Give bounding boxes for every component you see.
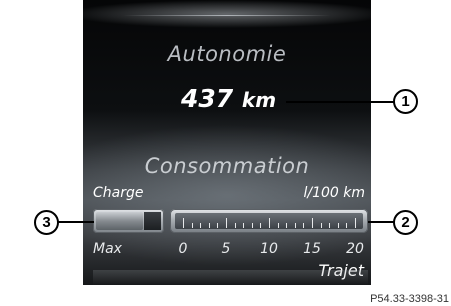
scale-tick — [277, 223, 279, 228]
scale-tick — [183, 218, 184, 228]
scale-tick — [226, 218, 227, 228]
scale-tick — [294, 223, 296, 228]
scale-tick — [234, 223, 236, 228]
screen-reflection — [93, 270, 368, 285]
figure-reference: P54.33-3398-31 — [370, 293, 449, 305]
scale-tick — [251, 223, 253, 228]
range-number: 437 — [181, 84, 234, 113]
scale-tick — [260, 223, 262, 228]
scale-tick-label: 15 — [303, 241, 321, 257]
instrument-cluster-display: Autonomie 437 km Consommation Charge l/1… — [83, 0, 371, 285]
scale-tick — [269, 218, 270, 228]
scale-tick-label: 10 — [260, 241, 278, 257]
scale-tick — [303, 223, 305, 228]
range-unit: km — [241, 88, 277, 112]
consumption-scale-bar — [170, 209, 368, 233]
scale-tick-label: 0 — [178, 241, 188, 257]
scale-tick — [355, 218, 356, 228]
scale-tick — [208, 223, 210, 228]
scale-tick — [329, 223, 331, 228]
top-divider — [123, 15, 331, 16]
callout-3: 3 — [34, 210, 59, 235]
callout-3-leader — [57, 221, 94, 223]
charge-level-empty — [144, 212, 161, 230]
charge-max-label: Max — [93, 241, 122, 257]
range-value: 437 km — [181, 84, 276, 113]
scale-tick — [200, 223, 202, 228]
scale-tick — [191, 223, 193, 228]
range-label: Autonomie — [167, 42, 287, 66]
charge-label: Charge — [93, 185, 144, 201]
scale-tick — [217, 223, 219, 228]
callout-2-leader — [368, 221, 395, 223]
scale-tick-label: 20 — [346, 241, 364, 257]
scale-tick — [346, 223, 348, 228]
consumption-unit-label: l/100 km — [303, 185, 365, 201]
charge-level-bar — [93, 209, 164, 233]
scale-tick — [320, 223, 322, 228]
scale-tick-label: 5 — [221, 241, 231, 257]
charge-level-fill — [96, 212, 143, 230]
scale-tick — [286, 223, 288, 228]
scale-tick — [243, 223, 245, 228]
scale-tick — [312, 218, 313, 228]
callout-1: 1 — [393, 89, 418, 114]
consumption-label: Consommation — [144, 154, 310, 178]
callout-2: 2 — [393, 210, 418, 235]
callout-1-leader — [286, 101, 394, 103]
scale-tick — [337, 223, 339, 228]
consumption-scale-track — [175, 213, 363, 229]
